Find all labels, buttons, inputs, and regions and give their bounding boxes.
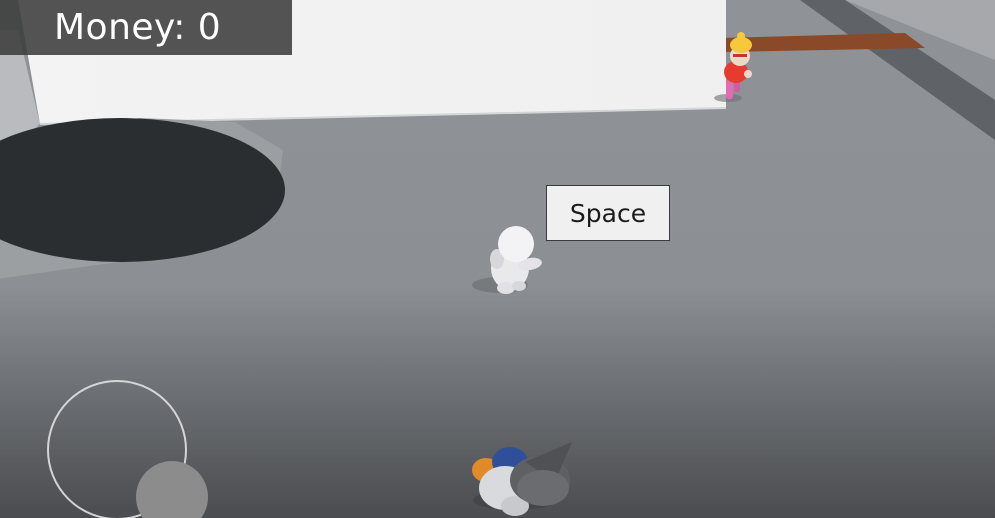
money-panel: Money: 0 xyxy=(0,0,292,55)
money-counter: Money: 0 xyxy=(54,6,222,48)
space-action-button[interactable]: Space xyxy=(546,185,670,241)
game-viewport[interactable]: Money: 0 Space xyxy=(0,0,995,518)
